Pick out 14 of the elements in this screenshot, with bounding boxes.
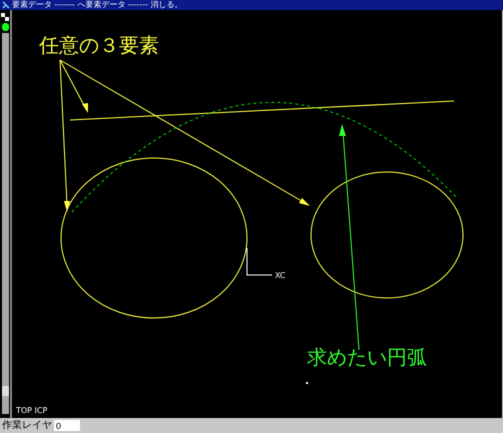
scrollbar[interactable]: [2, 33, 8, 414]
pointer-icon[interactable]: [1, 13, 9, 21]
layer-label: 作業レイヤ: [2, 420, 52, 432]
axis-icon: [246, 248, 272, 276]
window-title: 要素データ ------- へ要素データ ------- 消しる。: [12, 0, 183, 10]
axis-label: XC: [275, 271, 286, 280]
scroll-thumb[interactable]: [2, 386, 8, 396]
annotation-label: 求めたい円弧: [307, 345, 427, 369]
annotation-label: 任意の３要素: [39, 33, 159, 57]
view-label: TOP ICP: [16, 406, 48, 415]
layer-input[interactable]: 0: [54, 420, 80, 431]
point-marker: [306, 382, 308, 384]
app-icon: [2, 1, 10, 9]
status-lamp: [2, 23, 8, 31]
